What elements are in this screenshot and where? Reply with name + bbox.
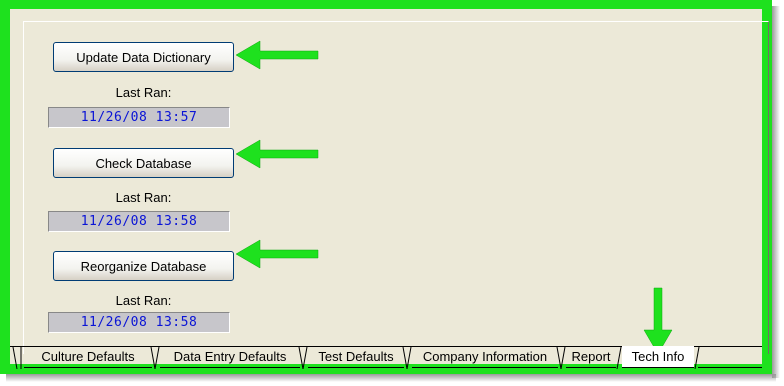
frame-shadow-bottom	[6, 374, 776, 382]
tab-tech-info[interactable]: Tech Info	[622, 346, 694, 368]
tab-strip: Culture Defaults Data Entry Defaults Tes…	[10, 346, 762, 372]
tab-separator	[694, 347, 700, 369]
last-ran-label: Last Ran:	[115, 190, 172, 205]
last-ran-value: 11/26/08 13:58	[48, 312, 230, 333]
tab-data-entry-defaults[interactable]: Data Entry Defaults	[160, 346, 300, 368]
last-ran-label: Last Ran:	[115, 293, 172, 308]
tab-separator	[298, 347, 308, 369]
arrow-left-icon	[235, 139, 319, 169]
tab-report[interactable]: Report	[566, 346, 616, 368]
update-data-dictionary-button[interactable]: Update Data Dictionary	[53, 42, 234, 72]
tab-separator	[402, 347, 412, 369]
tab-separator	[150, 347, 160, 369]
tab-test-defaults[interactable]: Test Defaults	[308, 346, 404, 368]
tab-culture-defaults[interactable]: Culture Defaults	[24, 346, 152, 368]
tab-separator	[556, 347, 566, 369]
last-ran-value: 11/26/08 13:57	[48, 107, 230, 128]
check-database-button[interactable]: Check Database	[53, 148, 234, 178]
last-ran-value: 11/26/08 13:58	[48, 211, 230, 232]
reorganize-database-button[interactable]: Reorganize Database	[53, 251, 234, 281]
frame-shadow-right	[772, 6, 780, 378]
arrow-left-icon	[235, 239, 319, 269]
tab-strip-baseline	[698, 367, 762, 368]
tab-company-information[interactable]: Company Information	[412, 346, 558, 368]
arrow-left-icon	[235, 40, 319, 70]
last-ran-label: Last Ran:	[115, 85, 172, 100]
